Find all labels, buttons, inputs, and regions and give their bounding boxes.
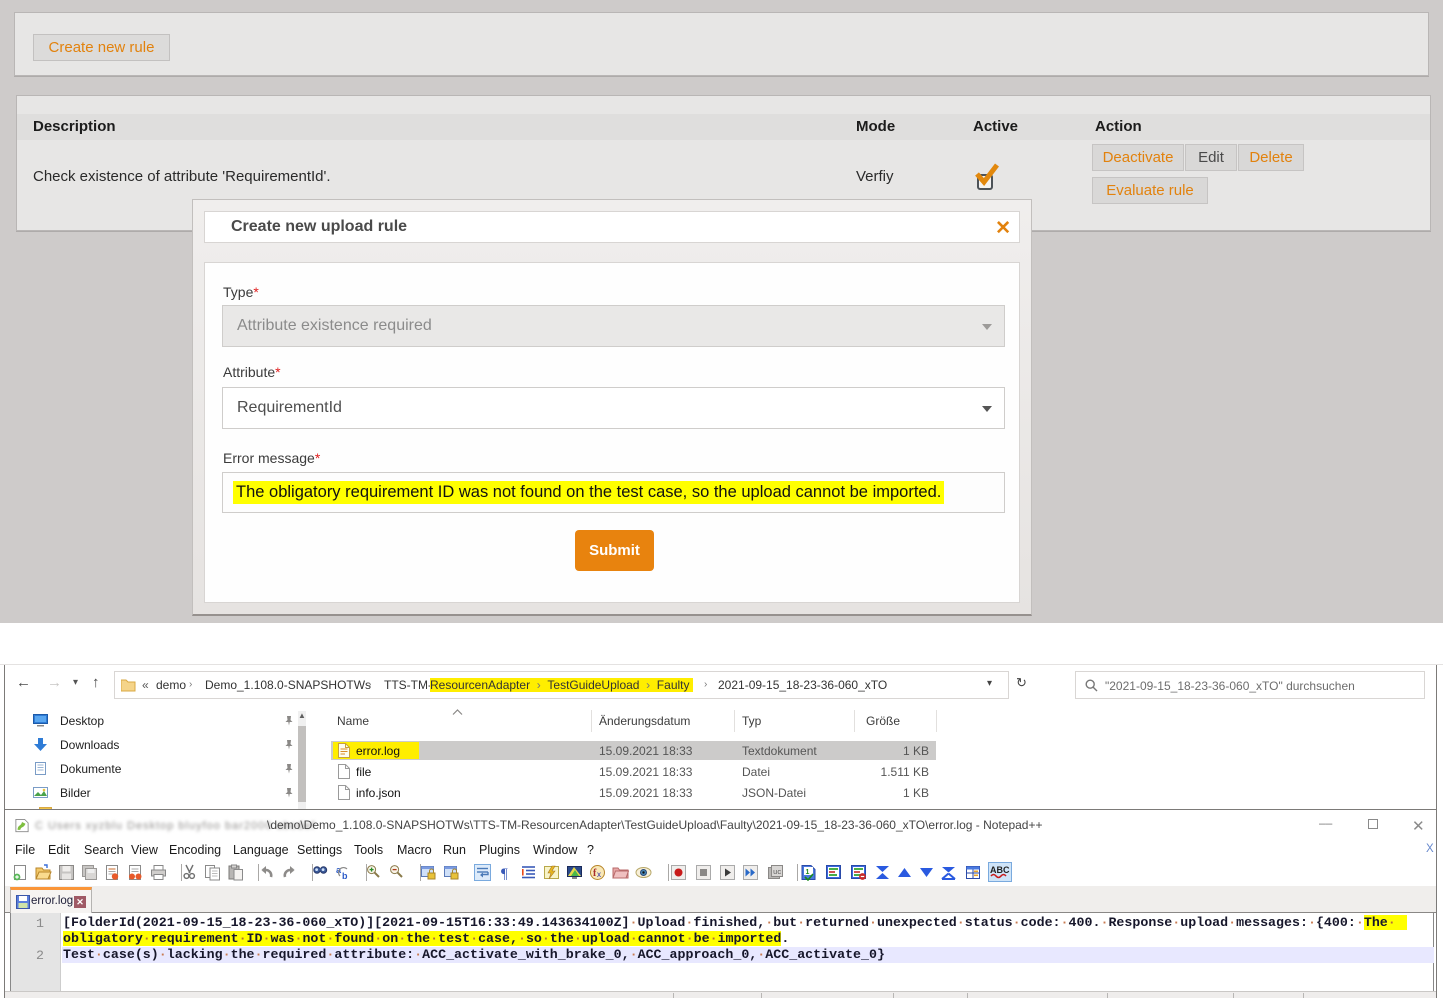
svg-text:x: x — [597, 870, 601, 879]
svg-text:1: 1 — [806, 869, 810, 876]
svg-text:¶: ¶ — [501, 866, 508, 881]
svg-text:ABC: ABC — [990, 865, 1010, 875]
svg-text:b: b — [342, 871, 348, 881]
svg-text:uc: uc — [773, 869, 781, 877]
